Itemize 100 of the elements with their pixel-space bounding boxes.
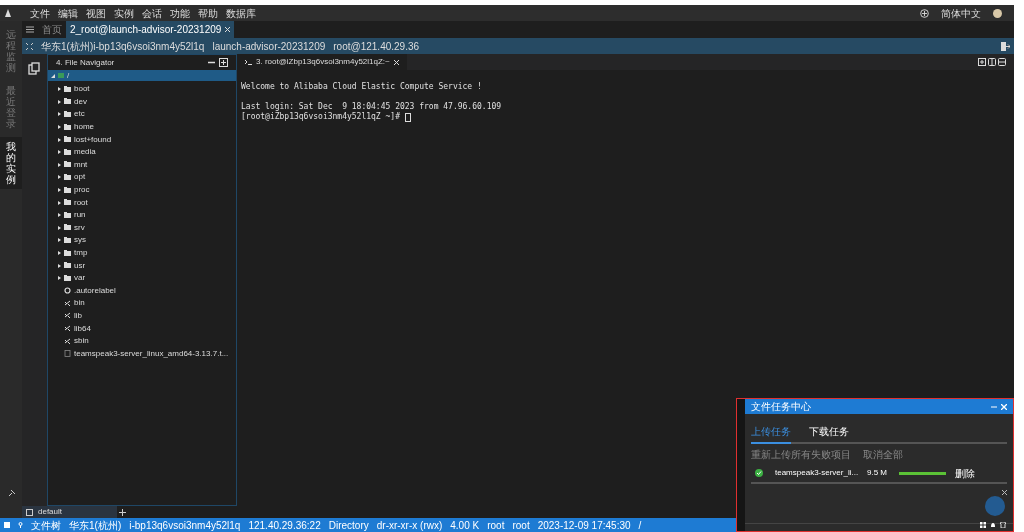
- tab[interactable]: 首页: [38, 21, 66, 38]
- menu-item[interactable]: 会话: [142, 5, 162, 21]
- close-icon[interactable]: [225, 27, 231, 32]
- tree-item[interactable]: mnt: [48, 158, 236, 172]
- folder-icon: [64, 199, 71, 207]
- tree-item[interactable]: etc: [48, 108, 236, 121]
- tree-item[interactable]: .autorelabel: [48, 284, 236, 298]
- expand-icon[interactable]: [26, 42, 33, 50]
- folder-icon: [64, 136, 71, 144]
- grid-icon[interactable]: [980, 522, 986, 528]
- menu-item[interactable]: 视图: [86, 5, 106, 21]
- terminal-icon: [245, 59, 252, 65]
- tree-item[interactable]: tmp: [48, 246, 236, 260]
- tree-item[interactable]: srv: [48, 221, 236, 235]
- tab[interactable]: 上传任务: [751, 424, 791, 444]
- status-item: 华东1(杭州): [69, 518, 122, 532]
- close-icon[interactable]: [393, 59, 399, 65]
- side-tab[interactable]: 我的实例: [0, 137, 22, 189]
- tree-item[interactable]: media: [48, 145, 236, 159]
- tree-item[interactable]: lib64: [48, 322, 236, 335]
- folder-icon: [64, 236, 71, 244]
- folder-icon: [64, 262, 71, 270]
- collapsed-arrow-icon[interactable]: [58, 213, 61, 218]
- menu-item[interactable]: 数据库: [226, 5, 256, 21]
- close-icon[interactable]: [1002, 490, 1007, 495]
- collapsed-arrow-icon[interactable]: [58, 150, 61, 155]
- tree-item[interactable]: lost+found: [48, 133, 236, 146]
- language-selector[interactable]: 简体中文: [941, 5, 981, 21]
- collapsed-arrow-icon[interactable]: [58, 125, 61, 130]
- collapsed-arrow-icon[interactable]: [58, 251, 61, 255]
- copy-icon[interactable]: [28, 62, 41, 75]
- tree-item[interactable]: dev: [48, 95, 236, 109]
- tab[interactable]: 下载任务: [809, 424, 849, 439]
- panel-title: 4. File Navigator: [56, 56, 115, 69]
- terminal-tab[interactable]: 3. root@iZbp13q6vsoi3nm4y52l1qZ:~: [237, 54, 407, 70]
- collapsed-arrow-icon[interactable]: [58, 162, 61, 167]
- collapsed-arrow-icon[interactable]: [58, 276, 61, 281]
- tree-item[interactable]: opt: [48, 171, 236, 184]
- status-item: root: [487, 518, 505, 532]
- tree-item[interactable]: home: [48, 120, 236, 134]
- tree-item[interactable]: usr: [48, 259, 236, 272]
- minimize-icon[interactable]: [208, 59, 215, 66]
- collapsed-arrow-icon[interactable]: [58, 99, 61, 104]
- collapsed-arrow-icon[interactable]: [58, 263, 61, 268]
- status-item: 2023-12-09 17:45:30: [537, 518, 631, 532]
- collapsed-arrow-icon[interactable]: [58, 225, 61, 230]
- tree-item[interactable]: sys: [48, 234, 236, 247]
- status-item: Directory: [328, 518, 369, 532]
- tree-root-row[interactable]: /: [48, 70, 236, 81]
- folder-icon: [64, 85, 71, 93]
- pin-icon[interactable]: [8, 489, 16, 497]
- tree-item[interactable]: root: [48, 196, 236, 209]
- menu-item[interactable]: 编辑: [58, 5, 78, 21]
- status-item: dr-xr-xr-x (rwx): [376, 518, 443, 532]
- split-horizontal-icon[interactable]: [998, 58, 1006, 66]
- success-icon: [755, 469, 763, 477]
- collapsed-arrow-icon[interactable]: [58, 137, 61, 142]
- panel-title: 文件任务中心: [751, 400, 811, 414]
- collapsed-arrow-icon[interactable]: [58, 200, 61, 205]
- tree-item[interactable]: bin: [48, 297, 236, 310]
- action-link[interactable]: 重新上传所有失败项目: [751, 447, 851, 462]
- collapsed-arrow-icon[interactable]: [58, 238, 61, 243]
- action-link[interactable]: 取消全部: [863, 447, 903, 462]
- add-tab-icon[interactable]: [119, 508, 126, 516]
- menu-item[interactable]: 功能: [170, 5, 190, 21]
- tree-item[interactable]: run: [48, 208, 236, 222]
- exit-icon[interactable]: [1001, 41, 1010, 51]
- menu-item[interactable]: 实例: [114, 5, 134, 21]
- collapsed-arrow-icon[interactable]: [58, 112, 61, 117]
- tab[interactable]: 2_root@launch-advisor-20231209: [66, 21, 235, 38]
- status-item: 121.40.29.36:22: [248, 518, 321, 532]
- tree-item[interactable]: var: [48, 271, 236, 285]
- terminal-line: Last login: Sat Dec 9 18:04:45 2023 from 47.96.60.109: [241, 102, 502, 112]
- status-item: 4.00 K: [450, 518, 480, 532]
- folder-icon: [64, 249, 71, 257]
- split-vertical-icon[interactable]: [988, 58, 996, 66]
- tree-item[interactable]: proc: [48, 183, 236, 197]
- pin-icon[interactable]: [18, 522, 23, 528]
- collapsed-arrow-icon[interactable]: [58, 87, 61, 92]
- file-icon: [64, 350, 71, 358]
- tree-item[interactable]: teamspeak3-server_linux_amd64-3.13.7.t...: [48, 347, 236, 361]
- menu-item[interactable]: 帮助: [198, 5, 218, 21]
- bell-icon[interactable]: [990, 522, 996, 528]
- delete-link[interactable]: 删除: [955, 465, 975, 481]
- menu-icon[interactable]: [26, 26, 34, 33]
- folder-icon: [64, 161, 71, 169]
- tree-item[interactable]: boot: [48, 83, 236, 96]
- add-icon[interactable]: [219, 58, 228, 67]
- collapsed-arrow-icon[interactable]: [58, 175, 61, 180]
- add-icon[interactable]: [920, 8, 929, 18]
- menu-item[interactable]: 文件: [30, 5, 50, 21]
- folder-icon: [58, 73, 64, 78]
- tree-item[interactable]: sbin: [48, 334, 236, 348]
- file-name: teamspeak3-server_li...: [775, 467, 860, 479]
- avatar[interactable]: [993, 8, 1002, 18]
- tree-item[interactable]: lib: [48, 309, 236, 323]
- add-pane-icon[interactable]: [978, 58, 986, 66]
- terminal-line: [root@iZbp13q6vsoi3nm4y52l1qZ ~]#: [241, 112, 401, 122]
- collapsed-arrow-icon[interactable]: [58, 188, 61, 193]
- expanded-arrow-icon[interactable]: [51, 73, 55, 78]
